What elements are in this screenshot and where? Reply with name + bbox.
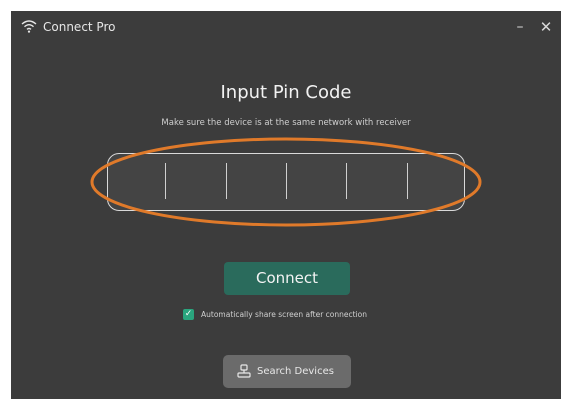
highlight-annotation (90, 137, 482, 227)
